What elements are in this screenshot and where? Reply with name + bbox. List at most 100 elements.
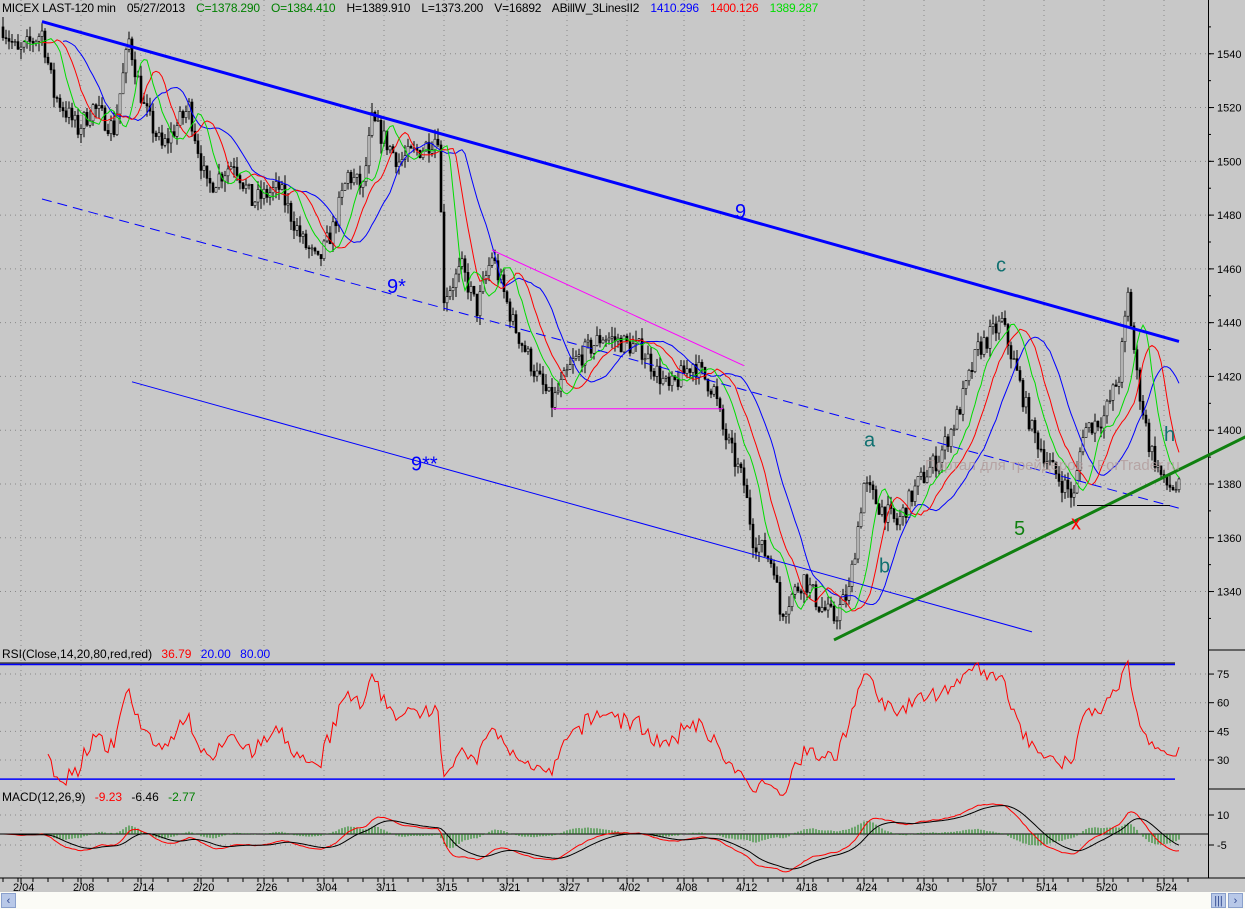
candle-body (70, 107, 74, 121)
candle-body (244, 184, 248, 189)
candle-body (784, 613, 788, 617)
candle-body (664, 376, 668, 379)
candle-body (139, 75, 143, 103)
candle-body (4, 37, 8, 39)
candle-body (1117, 381, 1121, 387)
candle-body (910, 490, 914, 502)
candle-body (979, 341, 983, 355)
candle-body (469, 285, 473, 293)
candle-body (118, 93, 122, 115)
macd-signal-value: -6.46 (131, 790, 159, 804)
candle-body (655, 365, 659, 377)
candle-body (532, 370, 536, 377)
candle-body (646, 353, 650, 360)
candle-body (46, 56, 50, 64)
candle-body (1147, 422, 1151, 453)
price-tick-label: 1380 (1217, 479, 1241, 491)
candle-body (799, 590, 803, 594)
high-value: H=1389.910 (346, 1, 411, 15)
candle-body (826, 603, 830, 611)
candle-body (535, 370, 539, 377)
candle-body (337, 196, 341, 227)
candle-body (454, 273, 458, 288)
wave-label: 5 (1014, 518, 1025, 540)
candle-body (208, 178, 212, 184)
candle-body (40, 30, 44, 37)
candle-body (1174, 489, 1178, 491)
candle-body (820, 607, 824, 612)
candle-body (1135, 349, 1139, 371)
rsi-tick-label: 45 (1217, 726, 1229, 738)
price-tick-label: 1360 (1217, 533, 1241, 545)
candle-body (847, 586, 851, 601)
candle-body (124, 49, 128, 74)
candle-body (175, 125, 179, 137)
candle-body (577, 354, 581, 357)
candle-body (724, 428, 728, 441)
price-tick-label: 1500 (1217, 156, 1241, 168)
price-tick-label: 1460 (1217, 264, 1241, 276)
candle-body (67, 107, 71, 118)
candle-body (253, 201, 257, 206)
candle-body (511, 314, 515, 322)
candle-body (568, 364, 572, 370)
candle-body (745, 484, 749, 499)
candle-body (106, 130, 110, 134)
candle-body (232, 166, 236, 168)
candle-body (7, 38, 11, 42)
candle-body (346, 172, 350, 184)
open-value: O=1384.410 (271, 1, 336, 15)
wave-label: c (996, 255, 1006, 277)
candle-body (973, 349, 977, 373)
candle-body (52, 69, 56, 98)
candle-body (445, 296, 449, 304)
wave-label: x (1071, 513, 1081, 535)
candle-body (523, 345, 527, 352)
candle-body (211, 182, 215, 193)
scroll-left-button[interactable]: ‹ (1, 893, 16, 908)
candle-body (619, 337, 623, 353)
rsi-tick-label: 75 (1217, 669, 1229, 681)
macd-value: -9.23 (94, 790, 123, 804)
candle-body (586, 339, 590, 343)
candle-body (49, 62, 53, 71)
candle-body (1057, 473, 1061, 482)
candle-body (871, 484, 875, 490)
candle-body (58, 97, 62, 108)
candle-body (976, 341, 980, 350)
candle-body (835, 620, 839, 622)
candle-body (760, 540, 764, 545)
candle-body (352, 177, 356, 184)
candle-body (598, 335, 602, 344)
scroll-right-button[interactable]: › (1228, 893, 1243, 908)
candle-body (241, 182, 245, 189)
candle-body (793, 586, 797, 595)
candle-body (805, 574, 809, 593)
rsi-high-level: 80.00 (240, 647, 271, 661)
candle-body (544, 384, 548, 392)
candle-body (181, 111, 185, 118)
candle-body (76, 114, 80, 135)
candle-body (142, 102, 146, 104)
scroll-thumb[interactable]: ||| (1211, 893, 1226, 908)
candle-body (43, 30, 47, 58)
candle-body (166, 138, 170, 144)
candle-body (250, 184, 254, 206)
candle-body (145, 103, 149, 107)
candle-body (439, 144, 443, 213)
candle-body (583, 341, 587, 366)
candle-body (376, 120, 380, 122)
horizontal-scrollbar[interactable]: ‹ ||| › (0, 892, 1245, 909)
date-label: 05/27/2013 (126, 1, 185, 15)
candle-body (730, 437, 734, 444)
candle-body (1072, 492, 1076, 498)
candle-body (1012, 358, 1016, 360)
candle-body (160, 132, 164, 146)
candle-body (163, 138, 167, 146)
wave-label: a (864, 429, 876, 451)
macd-tick-label: 10 (1217, 810, 1229, 822)
trendline-wedge-top (491, 249, 745, 367)
candle-body (631, 343, 635, 354)
candle-body (589, 339, 593, 354)
candle-body (55, 97, 59, 99)
